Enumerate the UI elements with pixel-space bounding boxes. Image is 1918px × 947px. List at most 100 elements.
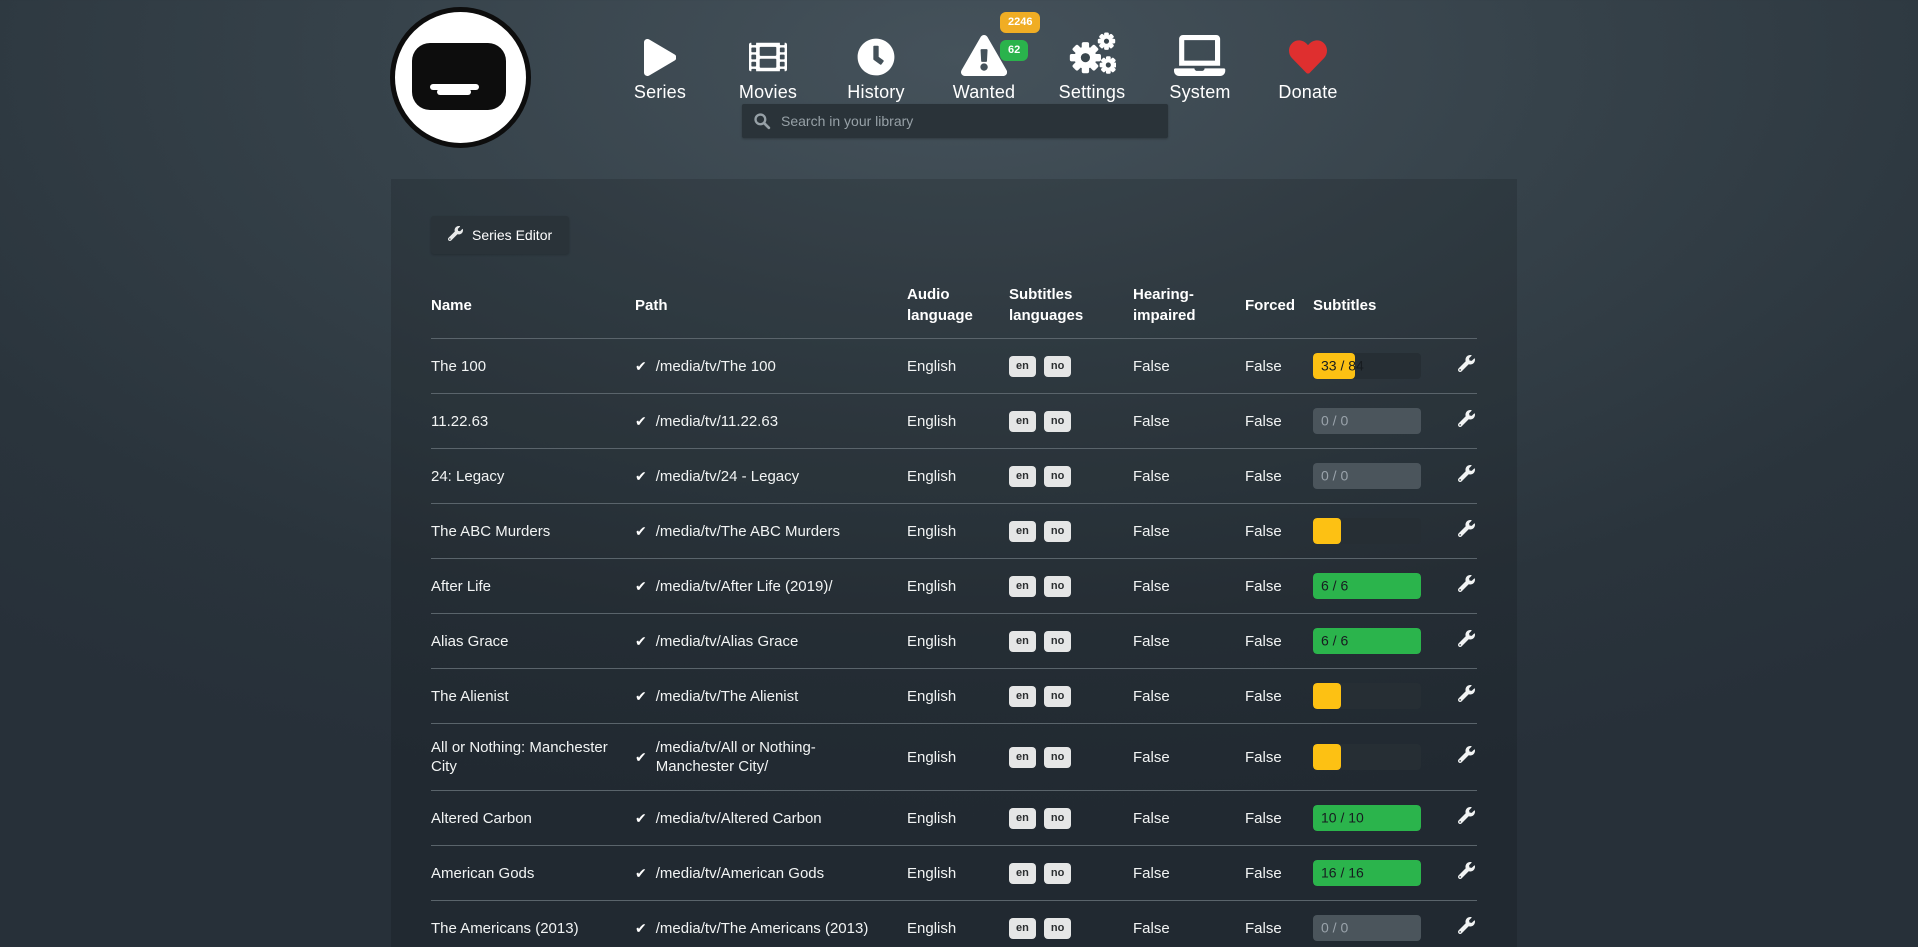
language-badge: en [1009,576,1036,597]
table-row: The ABC Murders✔/media/tv/The ABC Murder… [431,503,1477,558]
nav-item-movies[interactable]: Movies [714,26,822,103]
clock-icon [857,38,895,76]
series-table-body: The 100✔/media/tv/The 100EnglishennoFals… [431,338,1477,947]
subtitles-progress-bar: 10 / 10 [1313,805,1421,831]
series-name[interactable]: All or Nothing: Manchester City [431,738,635,776]
wrench-icon[interactable] [1458,575,1475,597]
subtitles-languages-cell: enno [1009,862,1133,884]
check-icon: ✔ [635,687,647,706]
series-path: /media/tv/The ABC Murders [656,522,840,541]
language-badge: no [1044,356,1071,377]
nav-item-donate[interactable]: Donate [1254,26,1362,103]
series-name[interactable]: After Life [431,577,635,596]
search-input[interactable] [781,113,1157,129]
series-editor-button[interactable]: Series Editor [431,216,569,254]
subtitles-progress-bar: 0 / 0 [1313,408,1421,434]
search-icon [753,112,771,130]
subtitles-languages-cell: enno [1009,685,1133,707]
wrench-icon[interactable] [1458,355,1475,377]
table-row: The 100✔/media/tv/The 100EnglishennoFals… [431,338,1477,393]
success-count-badge: 62 [1000,40,1028,61]
wrench-icon[interactable] [1458,807,1475,829]
hearing-impaired-value: False [1133,748,1245,767]
forced-value: False [1245,467,1313,486]
series-name[interactable]: The 100 [431,357,635,376]
col-header-path: Path [635,295,907,316]
table-header: Name Path Audio language Subtitles langu… [431,284,1477,338]
wrench-icon[interactable] [1458,917,1475,939]
check-icon: ✔ [635,864,647,883]
subtitles-languages-cell: enno [1009,465,1133,487]
series-path: /media/tv/Alias Grace [656,632,799,651]
wrench-icon[interactable] [1458,862,1475,884]
series-name[interactable]: The Alienist [431,687,635,706]
audio-language-value: English [907,522,1009,541]
language-badge: no [1044,521,1071,542]
nav-item-history[interactable]: History [822,26,930,103]
gears-icon [1068,32,1116,76]
language-badge: en [1009,631,1036,652]
audio-language-value: English [907,864,1009,883]
subtitles-progress-bar [1313,683,1421,709]
nav-item-settings[interactable]: Settings [1038,26,1146,103]
nav-item-wanted[interactable]: 224662Wanted [930,26,1038,103]
wrench-icon[interactable] [1458,520,1475,542]
series-name[interactable]: Alias Grace [431,632,635,651]
wrench-icon[interactable] [1458,410,1475,432]
nav-label: History [847,82,904,103]
forced-value: False [1245,632,1313,651]
series-name[interactable]: The Americans (2013) [431,919,635,938]
language-badge: no [1044,411,1071,432]
hearing-impaired-value: False [1133,522,1245,541]
wrench-icon[interactable] [1458,746,1475,768]
language-badge: en [1009,918,1036,939]
series-path: /media/tv/All or Nothing- Manchester Cit… [656,738,889,776]
check-icon: ✔ [635,412,647,431]
language-badge: en [1009,521,1036,542]
subtitles-progress-bar: 33 / 84 [1313,353,1421,379]
subtitles-progress-bar [1313,744,1421,770]
col-header-subtitles-languages: Subtitles languages [1009,284,1133,326]
subtitles-progress-label: 10 / 10 [1321,809,1364,828]
heart-icon [1289,38,1327,76]
subtitles-languages-cell: enno [1009,917,1133,939]
audio-language-value: English [907,467,1009,486]
subtitles-progress-bar: 0 / 0 [1313,463,1421,489]
series-editor-label: Series Editor [472,227,552,243]
hearing-impaired-value: False [1133,919,1245,938]
series-path: /media/tv/The 100 [656,357,776,376]
series-name[interactable]: American Gods [431,864,635,883]
series-name[interactable]: 11.22.63 [431,412,635,431]
series-name[interactable]: 24: Legacy [431,467,635,486]
wrench-icon[interactable] [1458,685,1475,707]
subtitles-progress-label: 16 / 16 [1321,864,1364,883]
bazarr-logo[interactable] [390,7,531,148]
subtitles-progress-label: 0 / 0 [1321,412,1348,431]
forced-value: False [1245,687,1313,706]
subtitles-languages-cell: enno [1009,575,1133,597]
forced-value: False [1245,809,1313,828]
nav-item-system[interactable]: System [1146,26,1254,103]
series-name[interactable]: The ABC Murders [431,522,635,541]
subtitles-languages-cell: enno [1009,355,1133,377]
logo-subtitle-bar [437,89,471,95]
forced-value: False [1245,748,1313,767]
language-badge: no [1044,918,1071,939]
series-editor-panel: Series Editor Name Path Audio language S… [391,179,1517,947]
nav-item-series[interactable]: Series [606,26,714,103]
col-header-subtitles: Subtitles [1313,295,1449,316]
audio-language-value: English [907,357,1009,376]
nav-label: System [1169,82,1230,103]
language-badge: no [1044,808,1071,829]
hearing-impaired-value: False [1133,412,1245,431]
audio-language-value: English [907,632,1009,651]
wrench-icon[interactable] [1458,630,1475,652]
forced-value: False [1245,412,1313,431]
nav-label: Series [634,82,686,103]
col-header-forced: Forced [1245,295,1313,316]
wrench-icon[interactable] [1458,465,1475,487]
series-name[interactable]: Altered Carbon [431,809,635,828]
nav-label: Movies [739,82,797,103]
language-badge: no [1044,576,1071,597]
audio-language-value: English [907,577,1009,596]
